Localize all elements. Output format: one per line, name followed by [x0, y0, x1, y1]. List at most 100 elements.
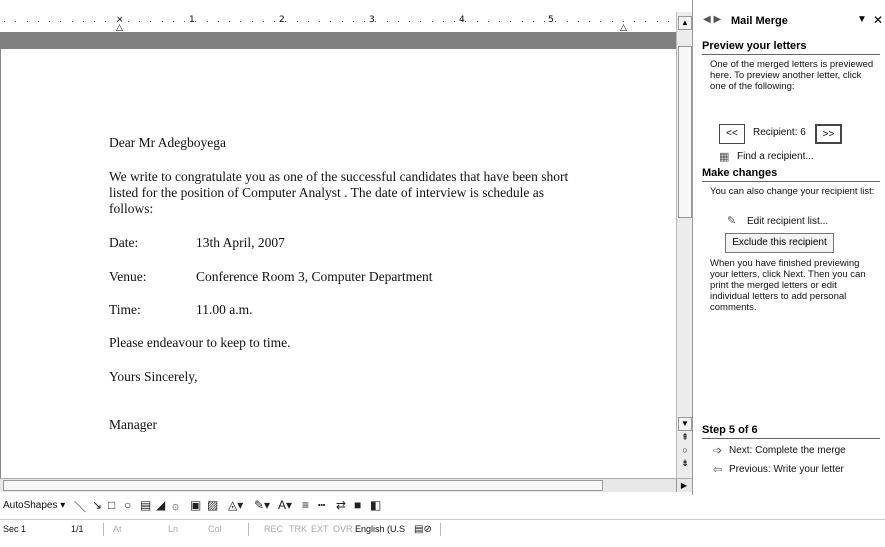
ruler-tick [15, 21, 16, 22]
scroll-up-button[interactable]: ▲ [678, 16, 692, 30]
select-browse-object-icon[interactable]: ○ [677, 445, 693, 455]
word-window: 1 2 3 4 5 ⨯ △ △ Dear Mr Adegboyega We wr… [0, 0, 885, 547]
ruler-tick [319, 21, 320, 22]
column-indicator: Col [208, 524, 222, 534]
salutation: Dear Mr Adegboyega [109, 135, 226, 150]
pane-dropdown-icon[interactable]: ▼ [857, 14, 867, 25]
time-value: 11.00 a.m. [196, 302, 253, 317]
oval-icon[interactable]: ○ [124, 498, 131, 512]
horizontal-scrollbar[interactable]: ▶ [0, 478, 692, 492]
ruler-tick [612, 21, 613, 22]
rec-indicator[interactable]: REC [264, 524, 283, 534]
preview-heading: Preview your letters [702, 40, 807, 52]
autoshapes-menu[interactable]: AutoShapes ▾ [3, 500, 65, 511]
language-indicator[interactable]: English (U.S [355, 524, 405, 534]
horizontal-ruler[interactable]: 1 2 3 4 5 ⨯ △ △ [0, 12, 676, 32]
ruler-tick [207, 21, 208, 22]
ruler-tick [330, 21, 331, 22]
drawing-toolbar: AutoShapes ▾ ＼ ↘ □ ○ ▤ ◢ ۞ ▣ ▨ ◬▾ ✎▾ A▾ … [0, 495, 885, 519]
ext-indicator[interactable]: EXT [311, 524, 329, 534]
shadow-icon[interactable]: ■ [354, 498, 361, 512]
autoshapes-label: AutoShapes [3, 500, 58, 511]
ruler-tick [83, 21, 84, 22]
arrow-icon[interactable]: ↘ [92, 498, 102, 512]
close-icon[interactable]: ✕ [873, 13, 883, 27]
document-page[interactable]: Dear Mr Adegboyega We write to congratul… [0, 49, 676, 479]
ruler-tick [578, 21, 579, 22]
3d-icon[interactable]: ◧ [370, 498, 381, 512]
ruler-tick [409, 21, 410, 22]
scroll-down-button[interactable]: ▼ [678, 417, 692, 431]
picture-icon[interactable]: ▨ [207, 498, 218, 512]
ruler-tick [600, 21, 601, 22]
ruler-tick [668, 21, 669, 22]
arrow-style-icon[interactable]: ⇄ [336, 498, 346, 512]
ruler-number-3: 3 [369, 15, 375, 25]
status-separator [440, 523, 441, 536]
wordart-icon[interactable]: ◢ [156, 498, 165, 512]
vertical-scrollbar[interactable]: ▲ ▼ ⇞ ○ ⇟ [676, 12, 692, 478]
next-page-icon[interactable]: ⇟ [677, 458, 693, 469]
exclude-recipient-button[interactable]: Exclude this recipient [725, 233, 834, 253]
edit-recipient-list-link[interactable]: Edit recipient list... [747, 216, 828, 227]
ruler-tick [60, 21, 61, 22]
line-icon[interactable]: ＼ [74, 498, 86, 515]
make-changes-heading: Make changes [702, 167, 778, 179]
ruler-tick [150, 21, 151, 22]
ruler-tick [510, 21, 511, 22]
ruler-tick [285, 21, 286, 22]
ruler-tick [263, 21, 264, 22]
edit-list-icon: ✎ [727, 215, 737, 227]
scroll-thumb[interactable] [678, 46, 692, 218]
body-line-1: We write to congratulate you as one of t… [109, 169, 569, 184]
line-indicator: Ln [168, 524, 179, 534]
rectangle-icon[interactable]: □ [108, 498, 115, 512]
previous-page-icon[interactable]: ⇞ [677, 432, 693, 443]
text-box-icon[interactable]: ▤ [140, 498, 151, 512]
ruler-tick [533, 21, 534, 22]
section-divider [702, 54, 880, 55]
date-label: Date: [109, 235, 139, 250]
time-label: Time: [109, 302, 141, 317]
previous-recipient-button[interactable]: << [719, 124, 745, 144]
ruler-tick [488, 21, 489, 22]
ruler-tick [94, 21, 95, 22]
ruler-tick [252, 21, 253, 22]
next-arrow-icon: ➩ [713, 445, 723, 457]
dash-style-icon[interactable]: ┅ [318, 498, 325, 512]
ovr-indicator[interactable]: OVR [333, 524, 353, 534]
ruler-tick [128, 21, 129, 22]
ruler-tick [398, 21, 399, 22]
ruler-tick [105, 21, 106, 22]
spelling-status-icon[interactable]: ▤⊘ [414, 524, 432, 535]
scroll-right-button[interactable]: ▶ [676, 479, 691, 492]
ruler-tick [522, 21, 523, 22]
font-color-icon[interactable]: A▾ [278, 498, 292, 512]
horizontal-scroll-thumb[interactable] [3, 480, 603, 491]
ruler-tick [623, 21, 624, 22]
next-recipient-button[interactable]: >> [815, 124, 842, 144]
fill-color-icon[interactable]: ◬▾ [228, 498, 243, 512]
clip-art-icon[interactable]: ▣ [190, 498, 201, 512]
mail-merge-task-pane: ◀ ▶ Mail Merge ▼ ✕ Preview your letters … [692, 0, 885, 495]
find-recipient-link[interactable]: Find a recipient... [737, 151, 814, 162]
diagram-icon[interactable]: ۞ [172, 498, 179, 512]
line-style-icon[interactable]: ≡ [302, 498, 309, 512]
trk-indicator[interactable]: TRK [289, 524, 307, 534]
page-indicator: 1/1 [71, 524, 84, 534]
previous-step-link[interactable]: Previous: Write your letter [729, 464, 844, 475]
back-forward-icon[interactable]: ◀ ▶ [703, 14, 721, 25]
venue-value: Conference Room 3, Computer Department [196, 269, 433, 284]
ruler-tick [375, 21, 376, 22]
next-step-link[interactable]: Next: Complete the merge [729, 445, 846, 456]
ruler-tick [555, 21, 556, 22]
change-text: You can also change your recipient list: [710, 186, 875, 197]
ruler-tick [240, 21, 241, 22]
line-color-icon[interactable]: ✎▾ [254, 498, 270, 512]
ruler-tick [387, 21, 388, 22]
ruler-tick [117, 21, 118, 22]
finish-text: When you have finished previewing your l… [710, 258, 866, 313]
ruler-tick [342, 21, 343, 22]
previous-arrow-icon: ⇦ [713, 464, 723, 476]
date-value: 13th April, 2007 [196, 235, 285, 250]
